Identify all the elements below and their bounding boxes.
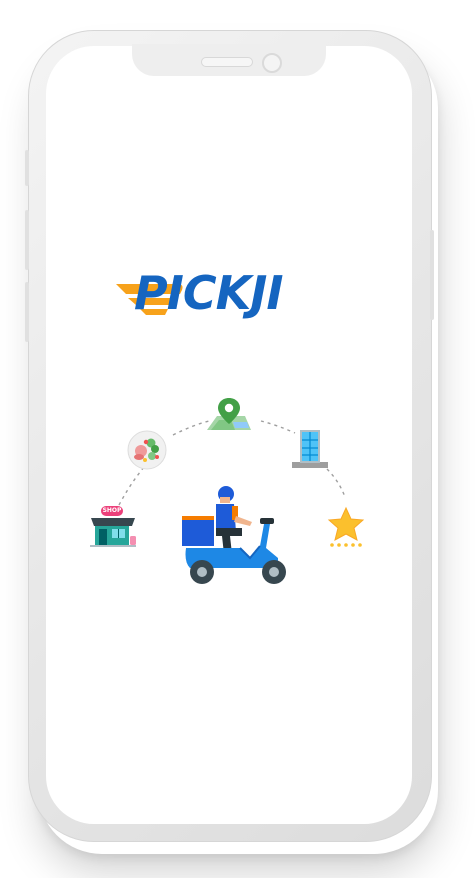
speaker-grille bbox=[201, 57, 253, 67]
shop-icon: SHOP bbox=[88, 505, 138, 549]
building-icon bbox=[292, 430, 328, 468]
star-rating-icon bbox=[327, 506, 365, 547]
front-camera bbox=[262, 53, 282, 73]
delivery-scooter-icon bbox=[182, 486, 286, 584]
shop-sign-label: SHOP bbox=[102, 507, 122, 514]
phone-volume-up-button bbox=[25, 210, 29, 270]
brand-name: PICKJI bbox=[134, 266, 283, 320]
map-pin-icon bbox=[207, 398, 251, 430]
food-salad-icon bbox=[127, 430, 167, 470]
pickji-logo: PICKJI bbox=[112, 270, 348, 330]
phone-side-button bbox=[25, 150, 29, 186]
phone-power-button bbox=[430, 230, 434, 320]
phone-volume-down-button bbox=[25, 282, 29, 342]
app-mockup: PICKJI SHOP bbox=[0, 0, 475, 878]
